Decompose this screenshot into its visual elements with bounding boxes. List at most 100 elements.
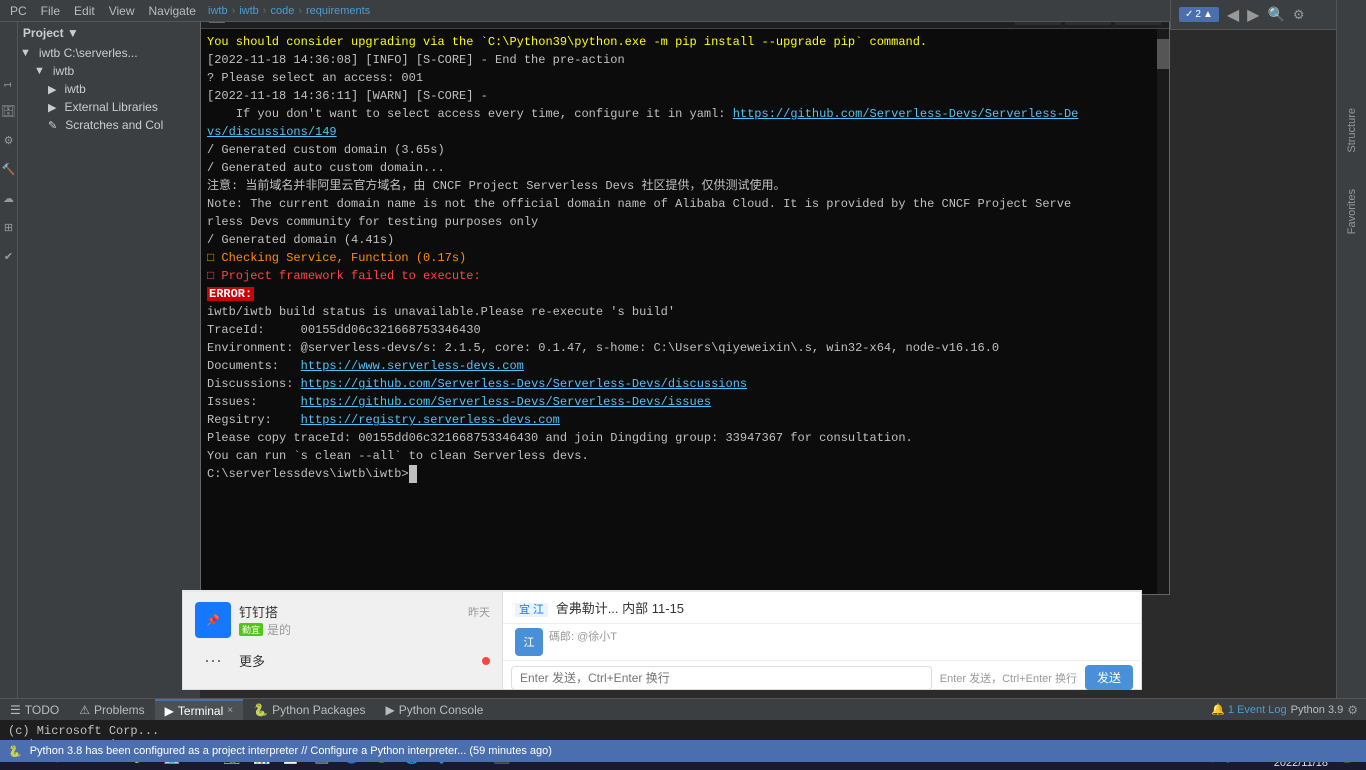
cmd-line-copy: Please copy traceId: 00155dd06c321668753… [207, 429, 1163, 447]
arrow-up-icon: ▲ [1203, 9, 1213, 20]
cmd-line-gen-auto: / Generated auto custom domain... [207, 159, 1163, 177]
cmd-window: C:\ 管理员: C:\WINDOWS\system32\cmd.exe ─ □… [200, 0, 1170, 595]
sidebar-icon-1[interactable]: 1 [3, 82, 14, 88]
menu-navigate[interactable]: Navigate [143, 2, 202, 20]
status-bar-message: Python 3.8 has been configured as a proj… [30, 745, 552, 757]
cmd-content[interactable]: You should consider upgrading via the `C… [201, 29, 1169, 595]
folder-open-icon2: ▼ [34, 65, 45, 77]
cmd-scrollbar-thumb [1157, 39, 1169, 69]
sidebar-icon-settings[interactable]: ⚙ [4, 134, 14, 147]
search-icon[interactable]: 🔍 [1267, 6, 1284, 23]
sidebar-icons-strip: 1 🗄 ⚙ 🔨 ☁ ⊞ ✔ [0, 22, 18, 698]
bottom-tabs-right: 🔔 1 Event Log Python 3.9 ⚙ [1211, 703, 1366, 717]
breadcrumb-requirements[interactable]: requirements [306, 5, 370, 17]
ide-status-bar: 🐍 Python 3.8 has been configured as a pr… [0, 740, 1366, 762]
tree-item-iwtb-sub[interactable]: ▶ iwtb [0, 80, 200, 98]
menu-file[interactable]: File [35, 2, 66, 20]
breadcrumb-sep1: › [232, 5, 236, 17]
menu-edit[interactable]: Edit [68, 2, 101, 20]
cmd-line-issues: Issues: https://github.com/Serverless-De… [207, 393, 1163, 411]
breadcrumb-iwtb1[interactable]: iwtb [208, 5, 228, 17]
settings-bottom-icon[interactable]: ⚙ [1347, 703, 1358, 717]
nav-next-icon[interactable]: ▶ [1247, 5, 1259, 25]
cmd-line-disc: Discussions: https://github.com/Serverle… [207, 375, 1163, 393]
dt-pin-info: 钉钉搭 昨天 勤宜 是的 [239, 602, 490, 638]
tree-label-iwtb-sub: iwtb [64, 82, 85, 96]
event-log-badge[interactable]: 🔔 1 Event Log [1211, 703, 1286, 716]
dingtalk-more-item[interactable]: ··· 更多 [183, 644, 502, 677]
cmd-line-notice-en: Note: The current domain name is not the… [207, 195, 1163, 231]
structure-label[interactable]: Structure [1342, 100, 1362, 161]
project-header[interactable]: ▼ Project ▼ [0, 22, 200, 44]
sidebar-icon-grid[interactable]: ⊞ [4, 221, 13, 234]
check-count: 2 [1195, 9, 1201, 20]
tab-python-packages[interactable]: 🐍 Python Packages [243, 699, 375, 720]
tree-item-ext-libs[interactable]: ▶ External Libraries [0, 98, 200, 116]
tab-problems-label: Problems [94, 703, 145, 717]
project-label: ▼ Project ▼ [8, 26, 79, 40]
dt-send-hint: Enter 发送，Ctrl+Enter 换行 [940, 670, 1077, 686]
dt-more-label: 更多 [239, 651, 265, 670]
dt-chat-header: 宜 江 舍弗勒计... 内部 11-15 [503, 592, 1141, 624]
bottom-tabs-bar: ☰ TODO ⚠ Problems ▶ Terminal × 🐍 Python … [0, 698, 1366, 720]
folder-ext-icon: ▶ [48, 101, 56, 114]
dt-more-badge [482, 653, 490, 668]
terminal-line-microsoft: (c) Microsoft Corp... [8, 724, 1358, 738]
dingtalk-overlay: 📌 钉钉搭 昨天 勤宜 是的 ··· 更多 [182, 590, 1142, 690]
menu-pc[interactable]: PC [4, 2, 33, 20]
cmd-link-issues[interactable]: https://github.com/Serverless-Devs/Serve… [301, 395, 711, 409]
dt-sender-badge: 勤宜 [239, 623, 263, 636]
sidebar-icon-cloud[interactable]: ☁ [3, 192, 14, 205]
tab-todo[interactable]: ☰ TODO [0, 699, 69, 720]
cmd-line-configure: If you don't want to select access every… [207, 105, 1163, 141]
breadcrumb: iwtb › iwtb › code › requirements [200, 0, 1170, 22]
breadcrumb-iwtb2[interactable]: iwtb [239, 5, 259, 17]
dt-more-icon: ··· [195, 650, 231, 671]
dt-msg-content: 碼郎: @徐小T [549, 628, 617, 646]
cmd-link-docs[interactable]: https://www.serverless-devs.com [301, 359, 524, 373]
dingtalk-pin-item[interactable]: 📌 钉钉搭 昨天 勤宜 是的 [183, 596, 502, 644]
tree-item-iwtb-root[interactable]: ▼ iwtb C:\serverles... [0, 44, 200, 62]
dt-send-button[interactable]: 发送 [1085, 665, 1133, 690]
tab-terminal[interactable]: ▶ Terminal × [155, 699, 243, 720]
cmd-link-disc[interactable]: https://github.com/Serverless-Devs/Serve… [301, 377, 747, 391]
cmd-link-discussions[interactable]: https://github.com/Serverless-Devs/Serve… [207, 107, 1078, 139]
dt-message-input[interactable] [511, 666, 932, 690]
favorites-label[interactable]: Favorites [1342, 181, 1362, 242]
python-packages-icon: 🐍 [253, 703, 268, 717]
sidebar-icon-db[interactable]: 🗄 [1, 104, 16, 118]
breadcrumb-code[interactable]: code [270, 5, 294, 17]
sidebar-icon-check2[interactable]: ✔ [4, 250, 13, 263]
tree-label-iwtb-root: iwtb C:\serverles... [39, 46, 138, 60]
dt-msg-avatar: 江 [515, 628, 543, 656]
cmd-scrollbar[interactable] [1157, 29, 1169, 595]
problems-icon: ⚠ [79, 703, 90, 717]
settings-gear-icon[interactable]: ⚙ [1293, 7, 1305, 23]
dt-chat-name: 宜 江 舍弗勒计... 内部 11-15 [515, 601, 684, 616]
cmd-error-badge: ERROR: [207, 287, 254, 301]
breadcrumb-sep3: › [298, 5, 302, 17]
cmd-line-clean: You can run `s clean --all` to clean Ser… [207, 447, 1163, 465]
tree-item-iwtb[interactable]: ▼ iwtb [0, 62, 200, 80]
dt-pin-name: 钉钉搭 [239, 602, 278, 621]
tree-item-scratches[interactable]: ✎ Scratches and Col [0, 116, 200, 134]
scratches-icon: ✎ [48, 119, 57, 132]
cmd-line-registry: Regsitry: https://registry.serverless-de… [207, 411, 1163, 429]
todo-icon: ☰ [10, 703, 21, 717]
menu-view[interactable]: View [103, 2, 141, 20]
python-version-badge: Python 3.9 [1291, 704, 1344, 716]
cmd-line-traceid: TraceId: 00155dd06c321668753346430 [207, 321, 1163, 339]
tree-label-iwtb: iwtb [53, 64, 74, 78]
terminal-close-icon[interactable]: × [227, 705, 233, 716]
check-badge: ✓ 2 ▲ [1179, 7, 1219, 22]
cmd-line-gen-domain2: / Generated domain (4.41s) [207, 231, 1163, 249]
cmd-link-registry[interactable]: https://registry.serverless-devs.com [301, 413, 560, 427]
cmd-line-docs: Documents: https://www.serverless-devs.c… [207, 357, 1163, 375]
cmd-line-build-status: iwtb/iwtb build status is unavailable.Pl… [207, 303, 1163, 321]
tab-problems[interactable]: ⚠ Problems [69, 699, 154, 720]
ide-top-right-toolbar: ✓ 2 ▲ ◀ ▶ 🔍 ⚙ [1170, 0, 1336, 30]
nav-prev-icon[interactable]: ◀ [1227, 5, 1239, 25]
tab-python-console[interactable]: ▶ Python Console [375, 699, 493, 720]
sidebar-icon-build[interactable]: 🔨 [2, 163, 16, 176]
cmd-line-failed: □ Project framework failed to execute: [207, 267, 1163, 285]
